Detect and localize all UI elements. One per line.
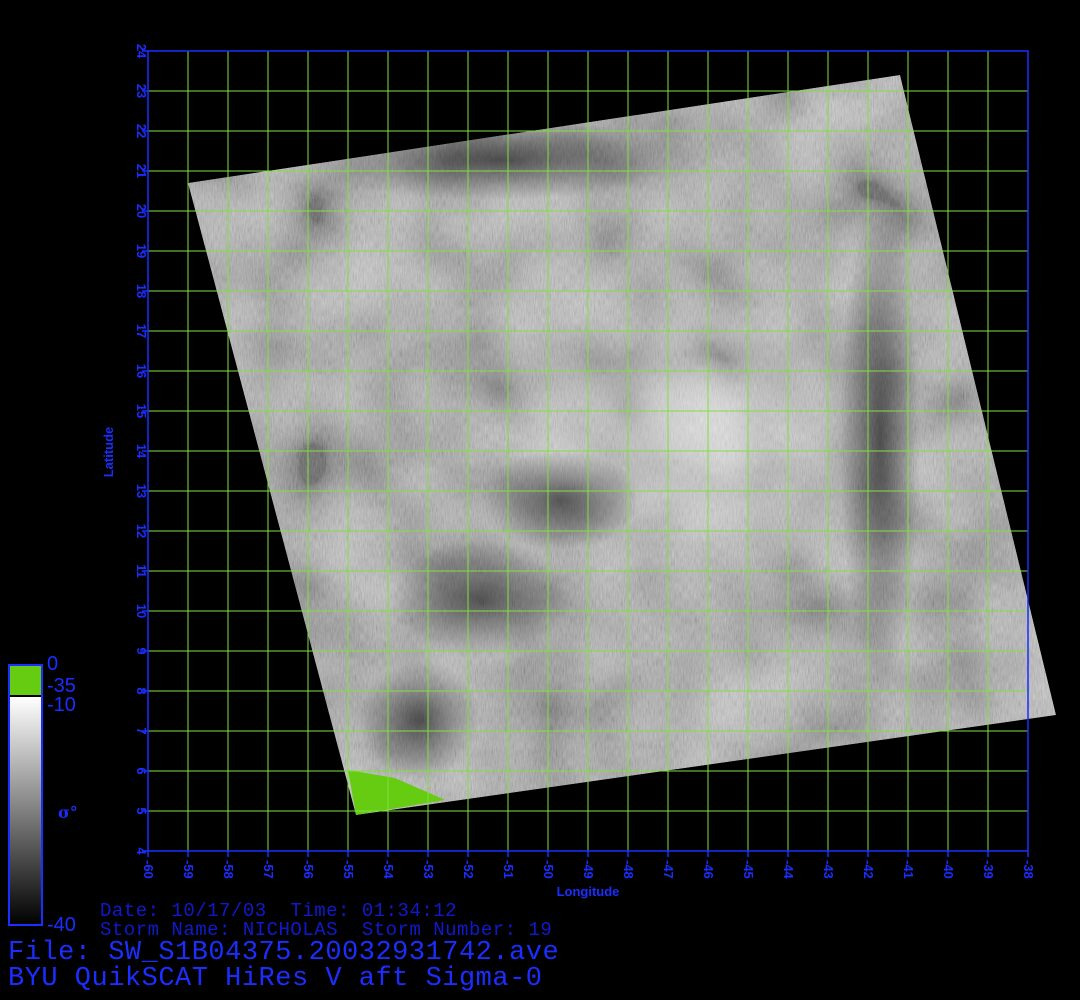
x-tick-label: -47 [661, 860, 676, 879]
x-tick-label: -58 [221, 860, 236, 879]
y-tick-label: 22 [134, 124, 149, 138]
y-tick-label: 6 [134, 767, 149, 774]
x-tick-label: -41 [901, 860, 916, 879]
colorbar-gradient [9, 697, 42, 925]
y-axis-title: Latitude [101, 427, 116, 478]
y-tick-label: 17 [134, 324, 149, 338]
product-title-line: BYU QuikSCAT HiRes V aft Sigma-0 [8, 964, 543, 994]
y-tick-label: 24 [134, 44, 149, 59]
x-tick-label: -40 [941, 860, 956, 879]
x-tick-label: -56 [301, 860, 316, 879]
x-tick-label: -43 [821, 860, 836, 879]
colorbar-tick-0: 0 [47, 653, 59, 675]
y-tick-label: 20 [134, 204, 149, 218]
y-tick-label: 18 [134, 284, 149, 298]
y-tick-label: 4 [134, 847, 149, 855]
x-tick-label: -44 [781, 860, 796, 880]
x-tick-label: -52 [461, 860, 476, 879]
map-figure: -60 -59 -58 -57 -56 -55 -54 -53 -52 -51 -50 -49 -48 -… [0, 0, 1080, 1000]
longitude-tick-labels: -60 -59 -58 -57 -56 -55 -54 -53 -52 -51 -50 -49 -48 -… [141, 851, 1036, 880]
y-tick-label: 8 [134, 687, 149, 694]
x-tick-label: -45 [741, 860, 756, 879]
swath-image [188, 75, 1056, 815]
y-tick-label: 15 [134, 404, 149, 418]
x-tick-label: -42 [861, 860, 876, 879]
latitude-tick-labels: 4 5 6 7 8 9 10 11 12 13 14 15 16 17 18 19 20 21 22 23 24 [134, 44, 149, 856]
y-tick-label: 12 [134, 524, 149, 538]
x-tick-label: -51 [501, 860, 516, 879]
sigma0-map: -60 -59 -58 -57 -56 -55 -54 -53 -52 -51 -50 -49 -48 -… [8, 44, 1056, 926]
y-tick-label: 23 [134, 84, 149, 98]
colorbar-tick-3: -40 [47, 914, 76, 936]
x-tick-label: -59 [181, 860, 196, 879]
colorbar-tick-2: -10 [47, 694, 76, 716]
lat-lon-grid [147, 50, 1029, 852]
x-tick-label: -55 [341, 860, 356, 879]
x-tick-label: -50 [541, 860, 556, 879]
x-tick-label: -39 [981, 860, 996, 879]
y-tick-label: 16 [134, 364, 149, 378]
x-axis-title: Longitude [557, 884, 620, 899]
y-tick-label: 13 [134, 484, 149, 498]
y-tick-label: 7 [134, 727, 149, 734]
x-tick-label: -48 [621, 860, 636, 879]
x-tick-label: -49 [581, 860, 596, 879]
colorbar-land-swatch [9, 665, 42, 695]
y-tick-label: 10 [134, 604, 149, 618]
x-tick-label: -54 [381, 860, 396, 880]
y-tick-label: 11 [134, 564, 149, 578]
y-tick-label: 21 [134, 164, 149, 178]
x-tick-label: -46 [701, 860, 716, 879]
x-tick-label: -53 [421, 860, 436, 879]
y-tick-label: 5 [134, 807, 149, 814]
colorbar [8, 664, 43, 926]
y-tick-label: 19 [134, 244, 149, 258]
colorbar-label: σ° [58, 803, 78, 822]
x-tick-label: -60 [141, 860, 156, 879]
y-tick-label: 14 [134, 444, 149, 459]
y-tick-label: 9 [134, 647, 149, 654]
x-tick-label: -57 [261, 860, 276, 879]
x-tick-label: -38 [1021, 860, 1036, 879]
